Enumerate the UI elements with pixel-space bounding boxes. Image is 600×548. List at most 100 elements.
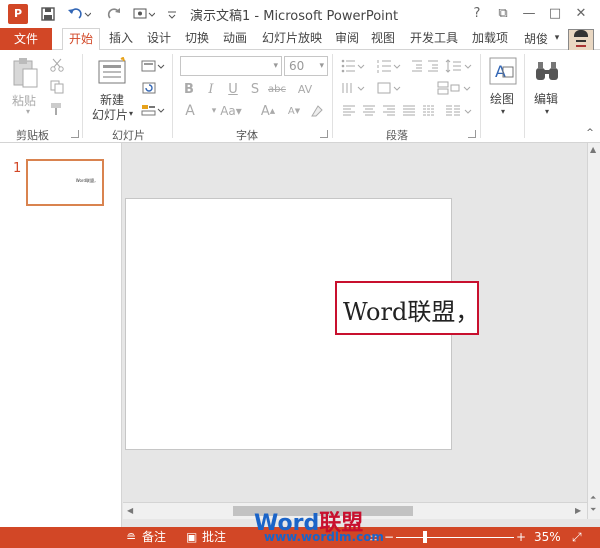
thumbnail-pane: 1 Word联盟， bbox=[0, 143, 122, 527]
columns-icon[interactable] bbox=[444, 104, 474, 118]
zoom-out-icon[interactable]: − bbox=[384, 527, 394, 548]
slideshow-from-start-icon[interactable] bbox=[130, 3, 158, 25]
numbering-icon[interactable] bbox=[376, 58, 402, 74]
justify-icon[interactable] bbox=[400, 104, 418, 118]
comments-icon[interactable]: ▣ bbox=[186, 527, 197, 548]
align-left-icon[interactable] bbox=[340, 104, 358, 118]
bullets-icon[interactable] bbox=[340, 58, 366, 74]
new-slide-label-line2[interactable]: 幻灯片 bbox=[92, 106, 128, 123]
maximize-button[interactable]: □ bbox=[542, 2, 568, 24]
paragraph-launcher-icon[interactable] bbox=[468, 130, 476, 138]
slide-textbox[interactable]: Word联盟， bbox=[335, 281, 479, 335]
cut-icon[interactable] bbox=[48, 56, 66, 74]
user-name[interactable]: 胡俊 bbox=[524, 28, 548, 50]
tab-view[interactable]: 视图 bbox=[366, 28, 400, 50]
close-button[interactable]: ✕ bbox=[568, 2, 594, 24]
shadow-button[interactable]: S bbox=[246, 80, 264, 98]
window-title: 演示文稿1 - Microsoft PowerPoint bbox=[190, 9, 399, 24]
font-size-combo[interactable]: 60 ▾ bbox=[284, 56, 328, 76]
scroll-previous-slide-icon[interactable]: ⏶ bbox=[590, 493, 596, 503]
tab-home[interactable]: 开始 bbox=[62, 28, 100, 51]
text-direction-icon[interactable] bbox=[340, 80, 366, 96]
increase-indent-icon[interactable] bbox=[426, 58, 440, 74]
powerpoint-logo-icon[interactable]: P bbox=[8, 4, 28, 24]
reset-slide-icon[interactable] bbox=[140, 80, 160, 96]
italic-button[interactable]: I bbox=[202, 80, 220, 98]
font-color-icon[interactable]: A bbox=[180, 102, 200, 120]
paste-icon[interactable] bbox=[10, 56, 40, 90]
tab-file[interactable]: 文件 bbox=[0, 28, 52, 50]
font-launcher-icon[interactable] bbox=[320, 130, 328, 138]
align-center-icon[interactable] bbox=[360, 104, 378, 118]
user-menu-chevron-icon[interactable]: ▾ bbox=[551, 28, 563, 50]
bold-button[interactable]: B bbox=[180, 80, 198, 98]
new-slide-icon[interactable] bbox=[96, 56, 130, 88]
font-group-label: 字体 bbox=[236, 129, 258, 142]
group-divider bbox=[82, 54, 83, 138]
notes-icon[interactable]: ≘ bbox=[126, 527, 136, 548]
help-icon[interactable]: ? bbox=[464, 2, 490, 24]
tab-insert[interactable]: 插入 bbox=[104, 28, 138, 50]
tab-addins[interactable]: 加载项 bbox=[468, 28, 512, 50]
ribbon-display-options-icon[interactable]: ⧉ bbox=[490, 2, 516, 24]
zoom-slider[interactable] bbox=[396, 537, 514, 538]
binoculars-icon[interactable] bbox=[532, 56, 562, 86]
save-icon[interactable] bbox=[38, 3, 58, 25]
slide-canvas[interactable]: Word联盟， bbox=[125, 198, 479, 450]
drawing-dropdown-icon[interactable]: ▾ bbox=[498, 106, 508, 116]
underline-button[interactable]: U bbox=[224, 80, 242, 98]
customize-qat-icon[interactable] bbox=[162, 3, 182, 25]
fit-slide-icon[interactable]: ⤢ bbox=[572, 527, 582, 548]
scroll-next-slide-icon[interactable]: ⏷ bbox=[590, 505, 596, 515]
new-slide-dropdown-icon[interactable]: ▾ bbox=[127, 108, 135, 118]
editing-dropdown-icon[interactable]: ▾ bbox=[542, 106, 552, 116]
slide-thumbnail[interactable]: Word联盟， bbox=[26, 159, 104, 206]
group-divider bbox=[332, 54, 333, 138]
align-right-icon[interactable] bbox=[380, 104, 398, 118]
decrease-indent-icon[interactable] bbox=[410, 58, 424, 74]
redo-icon[interactable] bbox=[104, 3, 124, 25]
vertical-scrollbar[interactable]: ▲ ⏶ ⏷ bbox=[587, 143, 600, 519]
tab-design[interactable]: 设计 bbox=[142, 28, 176, 50]
comments-button[interactable]: 批注 bbox=[202, 527, 226, 548]
collapse-ribbon-icon[interactable]: ^ bbox=[584, 128, 596, 138]
clipboard-launcher-icon[interactable] bbox=[71, 130, 79, 138]
increase-font-size-icon[interactable]: A ▲ bbox=[258, 102, 278, 120]
tab-slideshow[interactable]: 幻灯片放映 bbox=[256, 28, 328, 50]
format-painter-icon[interactable] bbox=[48, 100, 66, 118]
distributed-icon[interactable] bbox=[420, 104, 438, 118]
undo-icon[interactable] bbox=[64, 3, 94, 25]
font-name-combo[interactable]: ▾ bbox=[180, 56, 282, 76]
powerpoint-window: P 演示文稿1 - Microsoft PowerPoint ? ⧉ — □ ✕… bbox=[0, 0, 600, 548]
zoom-in-icon[interactable]: + bbox=[516, 527, 526, 548]
section-icon[interactable] bbox=[140, 102, 166, 118]
tab-review[interactable]: 审阅 bbox=[332, 28, 362, 50]
layout-icon[interactable] bbox=[140, 58, 166, 74]
scroll-right-icon[interactable]: ▶ bbox=[575, 506, 581, 515]
slide-number: 1 bbox=[13, 161, 22, 176]
convert-to-smartart-icon[interactable] bbox=[436, 80, 472, 96]
scroll-up-icon[interactable]: ▲ bbox=[590, 145, 596, 154]
copy-icon[interactable] bbox=[48, 78, 66, 96]
line-spacing-icon[interactable] bbox=[444, 58, 474, 74]
decrease-font-size-icon[interactable]: A ▼ bbox=[284, 102, 304, 120]
align-text-icon[interactable] bbox=[376, 80, 402, 96]
group-divider bbox=[524, 54, 525, 138]
drawing-icon[interactable]: A bbox=[488, 56, 518, 86]
minimize-button[interactable]: — bbox=[516, 2, 542, 24]
zoom-slider-thumb[interactable] bbox=[423, 531, 427, 543]
scroll-left-icon[interactable]: ◀ bbox=[127, 506, 133, 515]
zoom-level[interactable]: 35% bbox=[534, 527, 561, 548]
editing-label[interactable]: 编辑 bbox=[534, 90, 558, 107]
strikethrough-button[interactable]: abc bbox=[266, 80, 288, 98]
clear-formatting-icon[interactable] bbox=[308, 102, 326, 120]
tab-developer[interactable]: 开发工具 bbox=[406, 28, 462, 50]
character-spacing-button[interactable]: AV bbox=[290, 80, 320, 98]
clipboard-group-label: 剪贴板 bbox=[16, 129, 49, 142]
tab-transitions[interactable]: 切换 bbox=[180, 28, 214, 50]
notes-button[interactable]: 备注 bbox=[142, 527, 166, 548]
drawing-label[interactable]: 绘图 bbox=[490, 90, 514, 107]
paste-dropdown-icon[interactable]: ▾ bbox=[22, 106, 34, 116]
tab-animations[interactable]: 动画 bbox=[218, 28, 252, 50]
change-case-icon[interactable]: Aa▾ bbox=[216, 102, 246, 120]
